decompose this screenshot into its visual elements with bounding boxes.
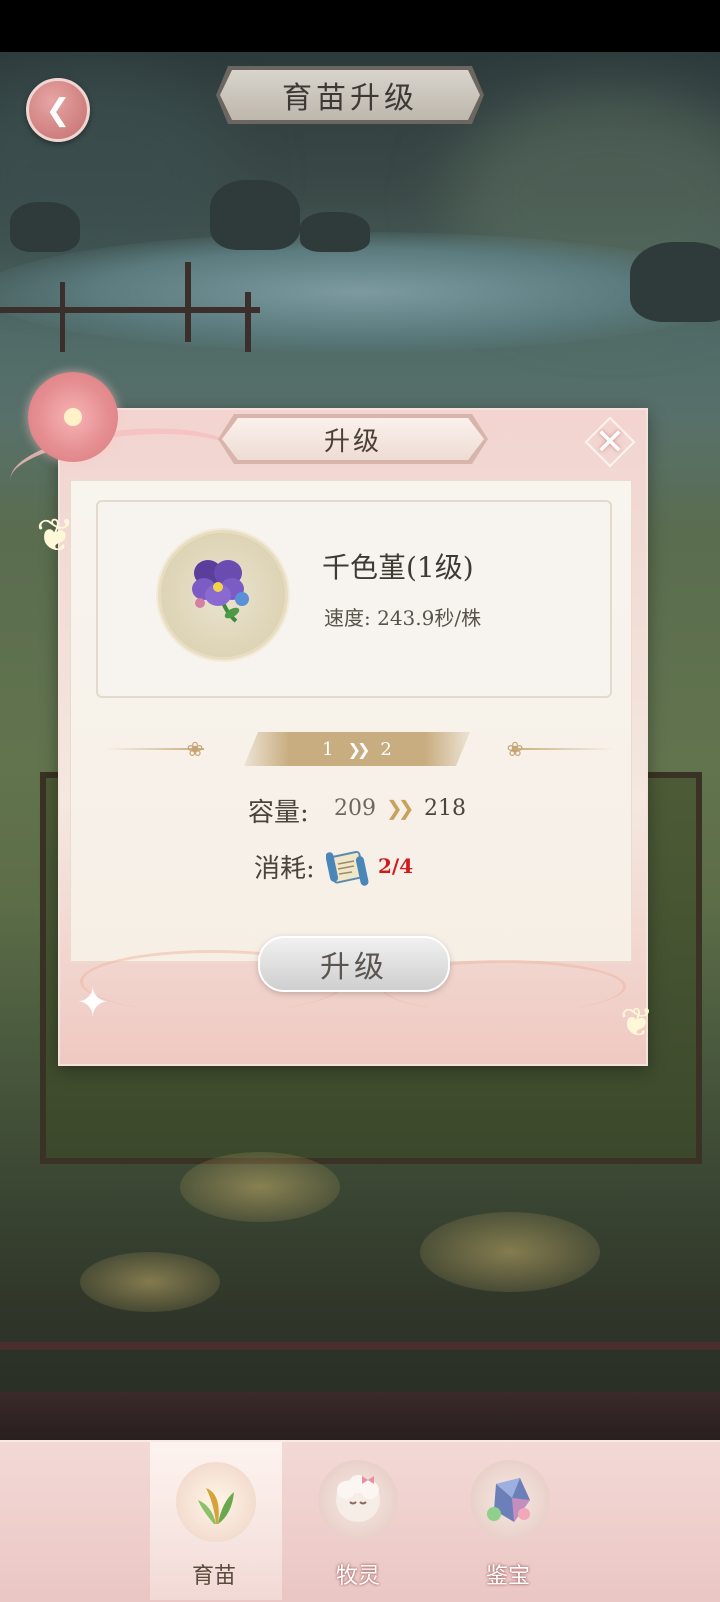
item-speed: 速度: 243.9秒/株 [324, 606, 482, 630]
level-transition-banner: 1 ❯❯ 2 [244, 732, 470, 766]
seedling-leaf-icon [176, 1462, 256, 1542]
capacity-old-value: 209 [334, 796, 376, 821]
sheep-icon [318, 1460, 398, 1540]
scroll-material-icon [326, 850, 369, 886]
butterfly-icon: ❦ [36, 508, 75, 562]
double-arrow-icon: ❯❯ [347, 739, 367, 759]
upgrade-button[interactable]: 升级 [258, 936, 450, 992]
cherry-blossom-icon [28, 372, 118, 462]
pansy-flower-icon [192, 560, 249, 623]
tab-spirit-herding[interactable]: 牧灵 [300, 1442, 420, 1600]
tab-label-seedling: 育苗 [192, 1564, 237, 1589]
cost-value: 2/4 [378, 854, 414, 878]
item-name: 千色堇(1级) [322, 551, 474, 584]
close-button[interactable]: ✕ [588, 420, 632, 464]
dialog-title: 升级 [222, 418, 484, 460]
knot-ornament-icon: ❀ [186, 737, 204, 761]
gemstone-icon [470, 1460, 550, 1540]
level-to: 2 [380, 738, 392, 760]
capacity-new-value: 218 [424, 796, 466, 821]
tab-label-spirit-herding: 牧灵 [336, 1564, 381, 1589]
cost-label: 消耗: [254, 854, 315, 884]
capacity-label: 容量: [248, 798, 309, 828]
status-bar [0, 0, 720, 52]
back-arrow-icon: ❮ [45, 92, 71, 128]
back-button[interactable]: ❮ [26, 78, 90, 142]
level-from: 1 [322, 738, 334, 760]
bird-icon: ✦ [76, 980, 110, 1026]
tab-treasure-appraisal[interactable]: 鉴宝 [452, 1442, 572, 1600]
butterfly-icon: ❦ [620, 1000, 654, 1046]
double-arrow-icon: ❯❯ [386, 796, 414, 820]
page-title: 育苗升级 [220, 70, 480, 120]
close-icon: ✕ [594, 421, 626, 463]
tab-seedling[interactable]: 育苗 [150, 1442, 282, 1600]
divider-line-right [514, 748, 614, 750]
tab-label-treasure-appraisal: 鉴宝 [486, 1564, 531, 1589]
